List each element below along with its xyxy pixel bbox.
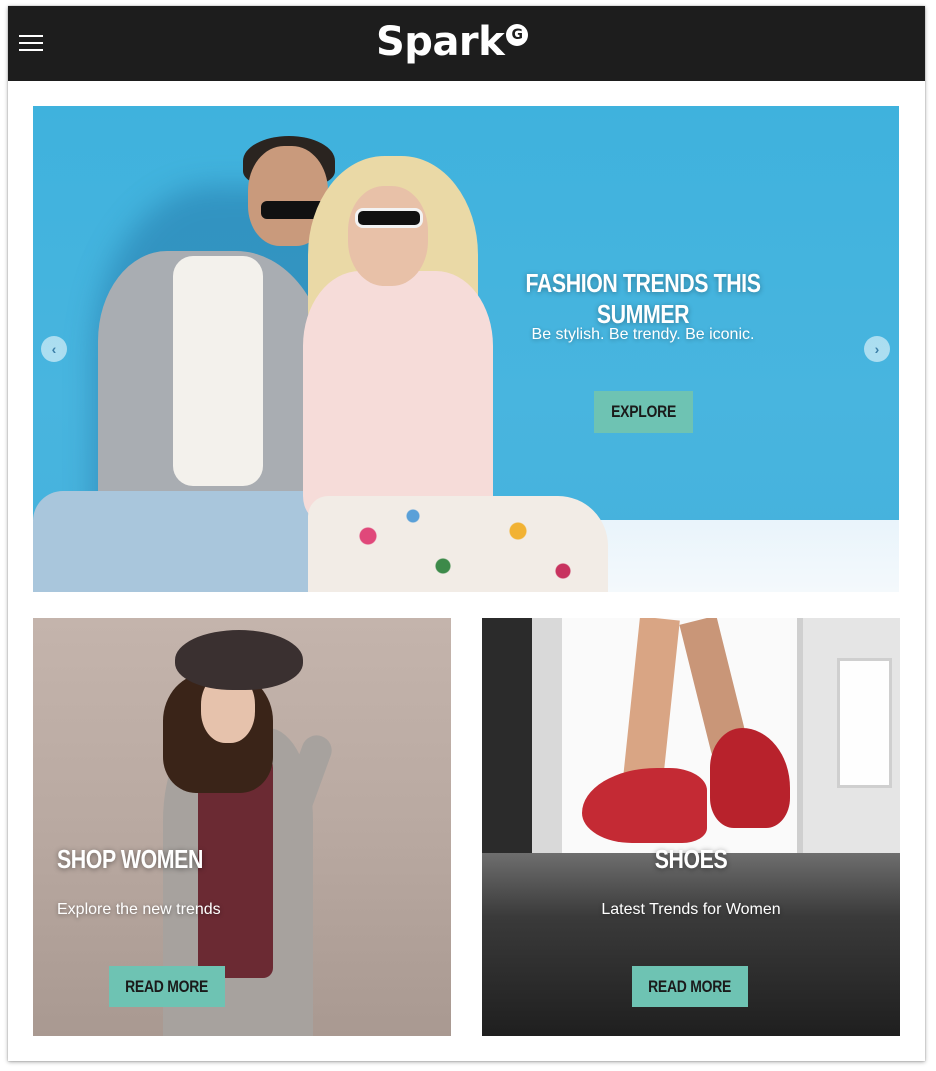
- hero-image-man-jeans: [33, 491, 343, 592]
- hero-image-man-shirt: [173, 256, 263, 486]
- card-subtitle: Explore the new trends: [57, 901, 221, 918]
- card-title: SHOES: [654, 844, 728, 874]
- page-frame: Spark G FASHION TRENDS THIS SUMMER Be st…: [8, 6, 925, 1061]
- read-more-label: READ MORE: [648, 976, 732, 996]
- promo-card-shoes[interactable]: SHOES Latest Trends for Women READ MORE: [482, 618, 900, 1036]
- chevron-right-icon[interactable]: ›: [864, 336, 890, 362]
- promo-card-women[interactable]: SHOP WOMEN Explore the new trends READ M…: [33, 618, 451, 1036]
- hero-carousel: FASHION TRENDS THIS SUMMER Be stylish. B…: [33, 106, 899, 592]
- top-navbar: Spark G: [8, 6, 925, 81]
- hamburger-line: [19, 42, 43, 44]
- hero-image-woman-sunglasses: [355, 208, 423, 228]
- read-more-label: READ MORE: [125, 976, 209, 996]
- card-image-window: [837, 658, 892, 788]
- hero-title: FASHION TRENDS THIS SUMMER: [525, 268, 761, 329]
- hero-image-woman-face: [348, 186, 428, 286]
- chevron-left-icon[interactable]: ‹: [41, 336, 67, 362]
- hero-image-woman-pants: [308, 496, 608, 592]
- logo-text: Spark: [376, 19, 505, 65]
- hamburger-line: [19, 49, 43, 51]
- card-image-hat: [175, 630, 303, 690]
- brand-logo[interactable]: Spark G: [376, 16, 529, 68]
- hamburger-line: [19, 35, 43, 37]
- read-more-button[interactable]: READ MORE: [632, 966, 748, 1007]
- hamburger-icon[interactable]: [19, 35, 43, 53]
- card-image-floor: [482, 853, 900, 1036]
- hero-image-woman: [303, 271, 493, 521]
- card-image-door-frame: [532, 618, 562, 858]
- card-subtitle: Latest Trends for Women: [601, 901, 781, 918]
- read-more-button[interactable]: READ MORE: [109, 966, 225, 1007]
- explore-button[interactable]: EXPLORE: [594, 391, 693, 433]
- explore-button-label: EXPLORE: [611, 402, 676, 421]
- hero-subtitle: Be stylish. Be trendy. Be iconic.: [531, 326, 755, 343]
- card-title: SHOP WOMEN: [57, 844, 203, 874]
- logo-badge-icon: G: [506, 24, 529, 46]
